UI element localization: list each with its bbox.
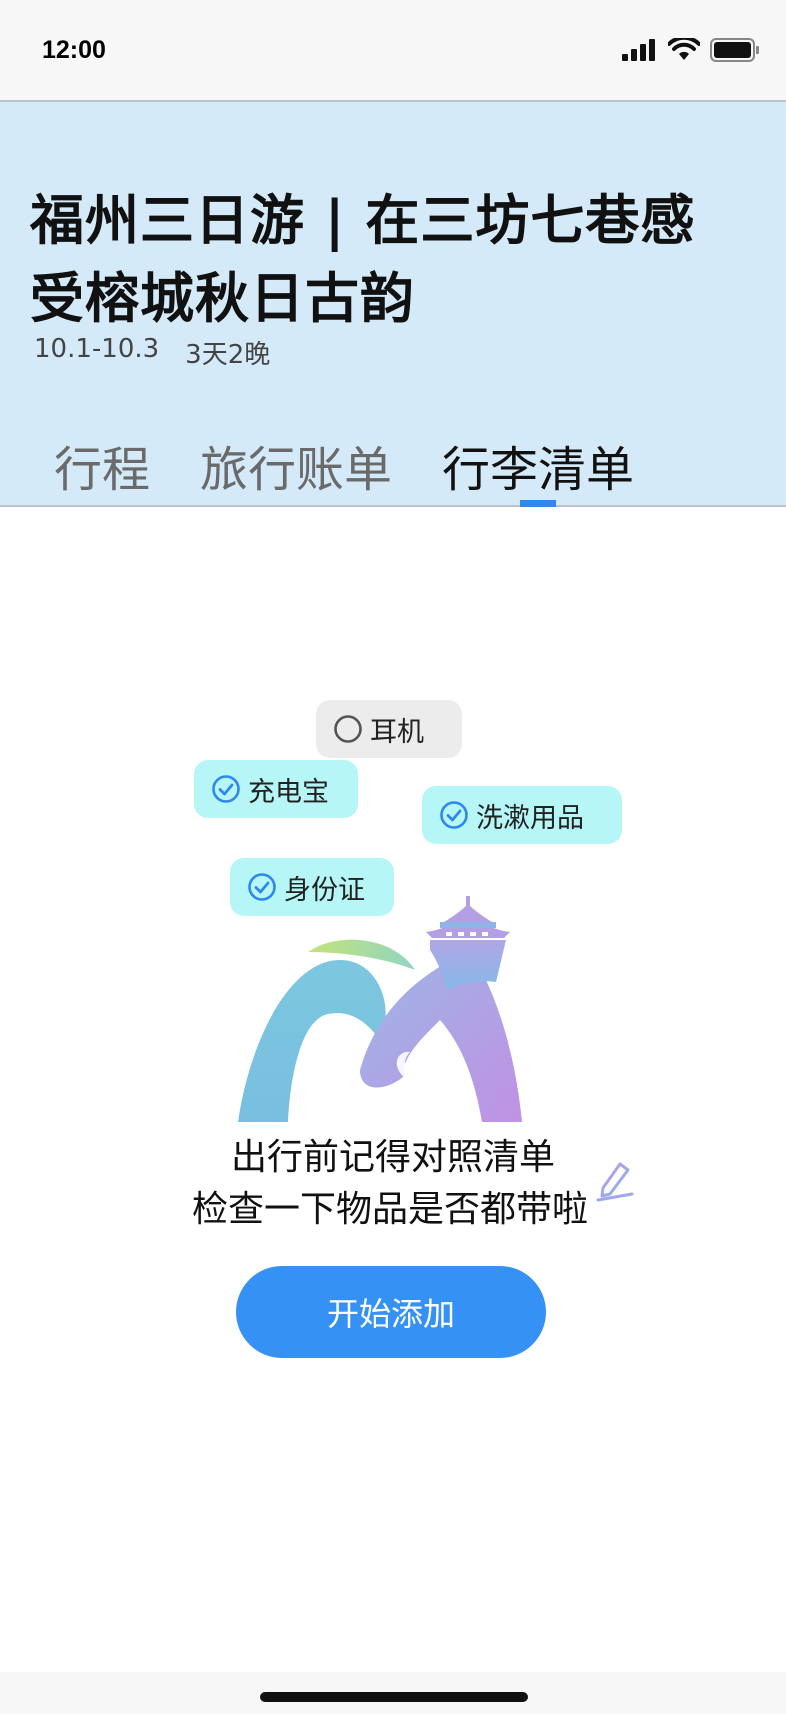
example-item-power-bank: 充电宝 (194, 760, 358, 818)
active-tab-indicator (520, 500, 556, 507)
status-time: 12:00 (42, 36, 106, 64)
status-bar: 12:00 (0, 0, 786, 100)
trip-header: 福州三日游 | 在三坊七巷感受榕城秋日古韵 10.1-10.3 3天2晚 行程 … (0, 100, 786, 507)
empty-state-line2: 检查一下物品是否都带啦 (191, 1189, 588, 1230)
check-circle-icon (212, 775, 240, 803)
start-adding-button[interactable]: 开始添加 (236, 1266, 546, 1358)
status-icons (622, 38, 760, 62)
battery-icon (710, 38, 759, 62)
example-item-label: 耳机 (370, 716, 424, 748)
check-circle-icon (440, 801, 468, 829)
unchecked-circle-icon (334, 715, 362, 743)
pencil-icon (596, 1162, 634, 1202)
signal-icon (622, 39, 655, 61)
trip-title: 福州三日游 | 在三坊七巷感受榕城秋日古韵 (30, 189, 696, 330)
home-bar (0, 1672, 786, 1714)
example-item-label: 洗漱用品 (476, 802, 584, 834)
wifi-icon (668, 38, 700, 60)
example-item-toiletries: 洗漱用品 (422, 786, 622, 844)
tab-packing-list[interactable]: 行李清单 (442, 430, 634, 500)
trip-duration: 3天2晚 (185, 340, 271, 370)
example-item-label: 充电宝 (248, 776, 329, 808)
home-indicator[interactable] (260, 1692, 528, 1702)
travel-landmark-illustration (238, 896, 522, 1122)
empty-state-line1: 出行前记得对照清单 (230, 1137, 555, 1178)
example-item-earphones: 耳机 (316, 700, 462, 758)
tab-itinerary[interactable]: 行程 (54, 430, 150, 500)
trip-dates: 10.1-10.3 (34, 334, 160, 364)
trip-meta: 10.1-10.3 3天2晚 (34, 334, 270, 371)
tab-travel-bill[interactable]: 旅行账单 (200, 430, 392, 500)
tab-bar: 行程 旅行账单 行李清单 (0, 420, 786, 505)
